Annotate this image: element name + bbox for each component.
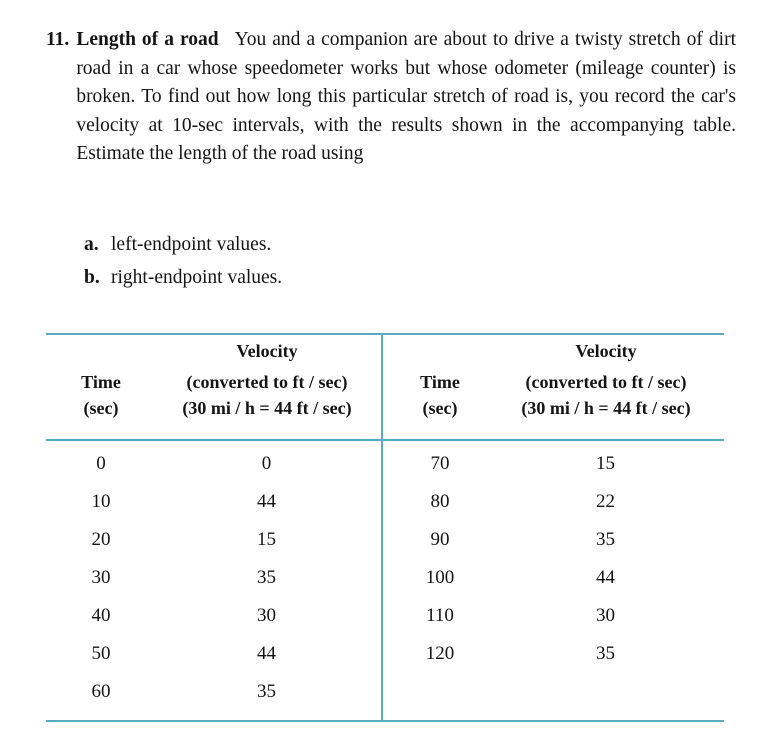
subpart-a-text: left-endpoint values.	[111, 234, 272, 255]
problem-number: 11.	[46, 29, 70, 50]
cell-time: 10	[91, 491, 111, 512]
table-left-body: 0 0 10 44 20 15 30 35 40 30 50 44 60 35	[46, 445, 381, 711]
header-velocity-line2-right: (30 mi / h = 44 ft / sec)	[521, 398, 691, 418]
problem-text: Length of a road You and a companion are …	[76, 26, 736, 169]
subpart-a-marker: a.	[84, 234, 99, 255]
table-row: 60 35	[46, 673, 381, 711]
header-velocity-line2-left: (30 mi / h = 44 ft / sec)	[182, 398, 352, 418]
table-row: 50 44	[46, 635, 381, 673]
cell-time: 90	[430, 529, 450, 550]
cell-velocity: 35	[596, 529, 615, 550]
cell-time: 60	[91, 681, 111, 702]
header-velocity-title-left: Velocity	[236, 341, 298, 361]
table-left-half: Velocity Time (sec) (converted to ft / s…	[46, 333, 381, 723]
header-time-line1-right: Time	[420, 372, 460, 392]
problem-row: 11. Length of a road You and a companion …	[46, 26, 736, 169]
cell-velocity: 44	[596, 567, 615, 588]
cell-time: 50	[91, 643, 111, 664]
cell-velocity: 30	[596, 605, 615, 626]
header-velocity-title-right: Velocity	[575, 341, 637, 361]
cell-velocity: 15	[257, 529, 276, 550]
cell-velocity: 44	[257, 491, 276, 512]
table-row: 30 35	[46, 559, 381, 597]
cell-velocity: 35	[257, 567, 276, 588]
table-row: 70 15	[385, 445, 720, 483]
subpart-b-text: right-endpoint values.	[111, 267, 283, 288]
cell-velocity: 30	[257, 605, 276, 626]
cell-time: 40	[91, 605, 111, 626]
subpart-b-marker: b.	[84, 267, 100, 288]
subpart-a: a. left-endpoint values.	[84, 234, 584, 267]
cell-time: 120	[425, 643, 455, 664]
cell-time: 30	[91, 567, 111, 588]
cell-time: 20	[91, 529, 111, 550]
cell-time: 80	[430, 491, 450, 512]
table-row: 120 35	[385, 635, 720, 673]
cell-time: 100	[425, 567, 455, 588]
velocity-data-table: Velocity Time (sec) (converted to ft / s…	[46, 333, 724, 723]
header-time-line2-left: (sec)	[83, 398, 119, 418]
cell-time: 70	[430, 453, 450, 474]
table-vertical-divider	[381, 335, 383, 721]
table-row: 20 15	[46, 521, 381, 559]
table-row: 100 44	[385, 559, 720, 597]
table-row: 00	[46, 445, 381, 483]
table-right-header: Velocity Time (sec) (converted to ft / s…	[385, 341, 720, 439]
cell-velocity: 15	[596, 453, 615, 474]
cell-time: 0	[96, 453, 106, 474]
cell-velocity: 22	[596, 491, 615, 512]
table-row: 10 44	[46, 483, 381, 521]
table-right-body: 70 15 80 22 90 35 100 44 110 30 120 35	[385, 445, 720, 673]
table-row: 80 22	[385, 483, 720, 521]
header-time-line2-right: (sec)	[422, 398, 458, 418]
problem-statement: 11. Length of a road You and a companion …	[46, 26, 736, 169]
cell-velocity: 44	[257, 643, 276, 664]
problem-title: Length of a road	[76, 29, 219, 50]
table-row: 40 30	[46, 597, 381, 635]
problem-subparts: a. left-endpoint values. b. right-endpoi…	[84, 234, 584, 300]
cell-velocity: 35	[596, 643, 615, 664]
cell-time: 110	[426, 605, 454, 626]
table-right-half: Velocity Time (sec) (converted to ft / s…	[385, 333, 720, 723]
header-velocity-line1-left: (converted to ft / sec)	[186, 372, 348, 392]
subpart-b: b. right-endpoint values.	[84, 267, 584, 300]
table-left-header: Velocity Time (sec) (converted to ft / s…	[46, 341, 381, 439]
header-time-line1-left: Time	[81, 372, 121, 392]
header-velocity-line1-right: (converted to ft / sec)	[525, 372, 687, 392]
table-row: 90 35	[385, 521, 720, 559]
table-row: 110 30	[385, 597, 720, 635]
cell-velocity: 0	[261, 453, 272, 474]
cell-velocity: 35	[257, 681, 276, 702]
